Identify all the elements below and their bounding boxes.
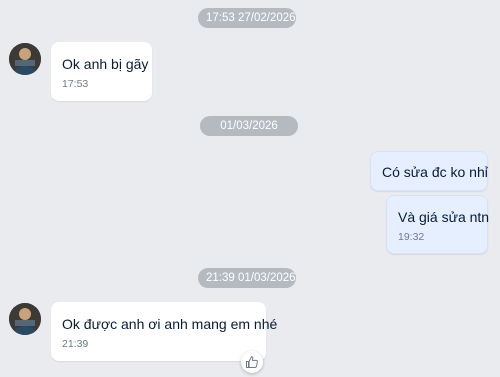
message-bubble-outgoing[interactable]: Và giá sửa ntn 19:32 [386, 195, 490, 254]
message-bubble-incoming[interactable]: Ok được anh ơi anh mang em nhé 21:39 [51, 302, 277, 361]
chat-message-list[interactable]: 17:53 27/02/2026 Ok anh bị gãy 17:53 01/… [0, 0, 500, 377]
message-time: 21:39 [62, 338, 89, 350]
thumbs-up-icon [246, 356, 258, 368]
avatar-image [9, 43, 41, 75]
message-time: 17:53 [62, 78, 89, 90]
message-bubble-incoming[interactable]: Ok anh bị gãy 17:53 [51, 42, 152, 101]
message-text: Và giá sửa ntn [398, 209, 490, 225]
avatar-image [9, 303, 41, 335]
message-text: Có sửa đc ko nhỉ [382, 164, 488, 180]
message-text: Ok được anh ơi anh mang em nhé [62, 316, 278, 332]
sender-avatar[interactable] [9, 303, 41, 335]
react-button[interactable] [241, 351, 263, 373]
message-time: 19:32 [398, 231, 425, 243]
date-divider: 21:39 01/03/2026 [198, 268, 296, 288]
date-divider: 01/03/2026 [200, 116, 298, 136]
message-text: Ok anh bị gãy [62, 56, 149, 72]
message-bubble-outgoing[interactable]: Có sửa đc ko nhỉ [370, 151, 488, 191]
date-divider: 17:53 27/02/2026 [198, 8, 296, 28]
sender-avatar[interactable] [9, 43, 41, 75]
